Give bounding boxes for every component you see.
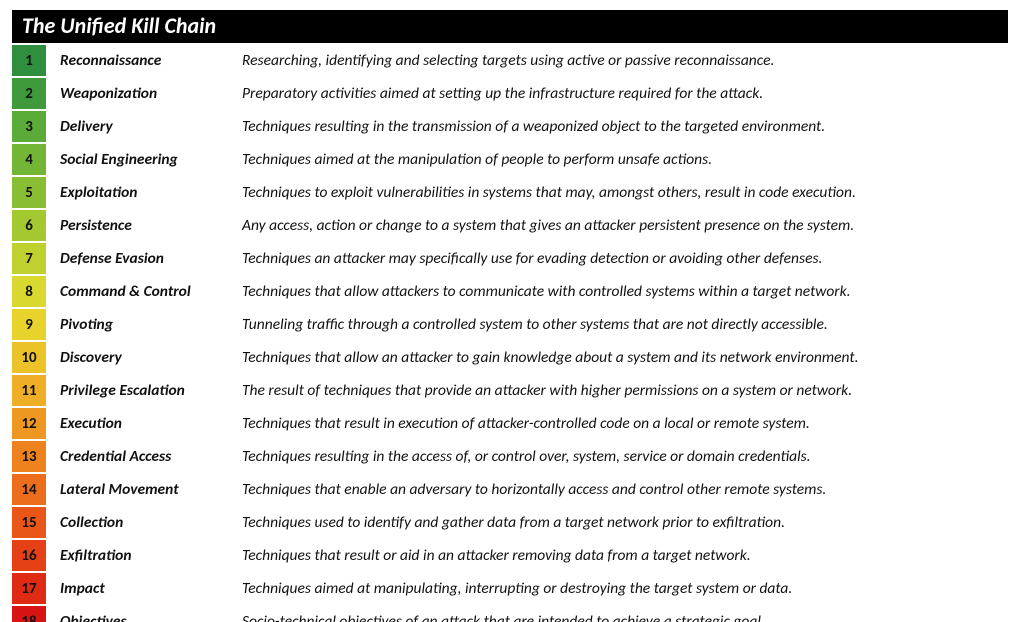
table-row: 14Lateral MovementTechniques that enable… — [12, 474, 1008, 505]
phase-name: Reconnaissance — [46, 45, 236, 76]
phase-name: Weaponization — [46, 78, 236, 109]
phase-description: Techniques an attacker may specifically … — [236, 243, 1008, 274]
table-row: 13Credential AccessTechniques resulting … — [12, 441, 1008, 472]
phase-number: 17 — [12, 573, 46, 604]
table-row: 7Defense EvasionTechniques an attacker m… — [12, 243, 1008, 274]
phase-number: 3 — [12, 111, 46, 142]
phase-description: Techniques resulting in the transmission… — [236, 111, 1008, 142]
phase-number: 14 — [12, 474, 46, 505]
table-row: 11Privilege EscalationThe result of tech… — [12, 375, 1008, 406]
phase-description: Socio-technical objectives of an attack … — [236, 606, 1008, 622]
phase-name: Collection — [46, 507, 236, 538]
page-wrap: The Unified Kill Chain 1ReconnaissanceRe… — [0, 0, 1024, 622]
title-bar: The Unified Kill Chain — [12, 10, 1008, 43]
table-row: 16ExfiltrationTechniques that result or … — [12, 540, 1008, 571]
phase-number: 6 — [12, 210, 46, 241]
phase-description: Techniques to exploit vulnerabilities in… — [236, 177, 1008, 208]
phase-name: Execution — [46, 408, 236, 439]
phase-number: 8 — [12, 276, 46, 307]
phase-description: Techniques that allow attackers to commu… — [236, 276, 1008, 307]
phase-name: Objectives — [46, 606, 236, 622]
title-text: The Unified Kill Chain — [22, 12, 216, 39]
phase-number: 18 — [12, 606, 46, 622]
phase-name: Credential Access — [46, 441, 236, 472]
phase-name: Command & Control — [46, 276, 236, 307]
phase-number: 11 — [12, 375, 46, 406]
table-row: 1ReconnaissanceResearching, identifying … — [12, 45, 1008, 76]
phase-description: Techniques used to identify and gather d… — [236, 507, 1008, 538]
phase-description: Techniques resulting in the access of, o… — [236, 441, 1008, 472]
table-row: 10DiscoveryTechniques that allow an atta… — [12, 342, 1008, 373]
phase-number: 2 — [12, 78, 46, 109]
phase-number: 5 — [12, 177, 46, 208]
phase-number: 15 — [12, 507, 46, 538]
table-row: 3DeliveryTechniques resulting in the tra… — [12, 111, 1008, 142]
phase-description: The result of techniques that provide an… — [236, 375, 1008, 406]
phase-description: Preparatory activities aimed at setting … — [236, 78, 1008, 109]
phase-number: 4 — [12, 144, 46, 175]
table-row: 8Command & ControlTechniques that allow … — [12, 276, 1008, 307]
phase-number: 9 — [12, 309, 46, 340]
phase-name: Impact — [46, 573, 236, 604]
table-row: 2WeaponizationPreparatory activities aim… — [12, 78, 1008, 109]
phase-description: Researching, identifying and selecting t… — [236, 45, 1008, 76]
phase-name: Exfiltration — [46, 540, 236, 571]
phase-number: 16 — [12, 540, 46, 571]
phase-description: Tunneling traffic through a controlled s… — [236, 309, 1008, 340]
phase-description: Any access, action or change to a system… — [236, 210, 1008, 241]
phase-name: Discovery — [46, 342, 236, 373]
phase-description: Techniques that enable an adversary to h… — [236, 474, 1008, 505]
phase-number: 13 — [12, 441, 46, 472]
kill-chain-rows: 1ReconnaissanceResearching, identifying … — [12, 45, 1008, 622]
phase-name: Pivoting — [46, 309, 236, 340]
phase-name: Privilege Escalation — [46, 375, 236, 406]
phase-name: Lateral Movement — [46, 474, 236, 505]
phase-description: Techniques aimed at manipulating, interr… — [236, 573, 1008, 604]
table-row: 5ExploitationTechniques to exploit vulne… — [12, 177, 1008, 208]
phase-name: Defense Evasion — [46, 243, 236, 274]
table-row: 17ImpactTechniques aimed at manipulating… — [12, 573, 1008, 604]
phase-description: Techniques that allow an attacker to gai… — [236, 342, 1008, 373]
phase-description: Techniques that result or aid in an atta… — [236, 540, 1008, 571]
table-row: 6PersistenceAny access, action or change… — [12, 210, 1008, 241]
phase-number: 7 — [12, 243, 46, 274]
phase-name: Delivery — [46, 111, 236, 142]
phase-description: Techniques that result in execution of a… — [236, 408, 1008, 439]
phase-name: Persistence — [46, 210, 236, 241]
phase-number: 12 — [12, 408, 46, 439]
table-row: 15CollectionTechniques used to identify … — [12, 507, 1008, 538]
phase-description: Techniques aimed at the manipulation of … — [236, 144, 1008, 175]
table-row: 9PivotingTunneling traffic through a con… — [12, 309, 1008, 340]
phase-name: Exploitation — [46, 177, 236, 208]
table-row: 18ObjectivesSocio-technical objectives o… — [12, 606, 1008, 622]
phase-number: 1 — [12, 45, 46, 76]
table-row: 12ExecutionTechniques that result in exe… — [12, 408, 1008, 439]
phase-number: 10 — [12, 342, 46, 373]
phase-name: Social Engineering — [46, 144, 236, 175]
table-row: 4Social EngineeringTechniques aimed at t… — [12, 144, 1008, 175]
